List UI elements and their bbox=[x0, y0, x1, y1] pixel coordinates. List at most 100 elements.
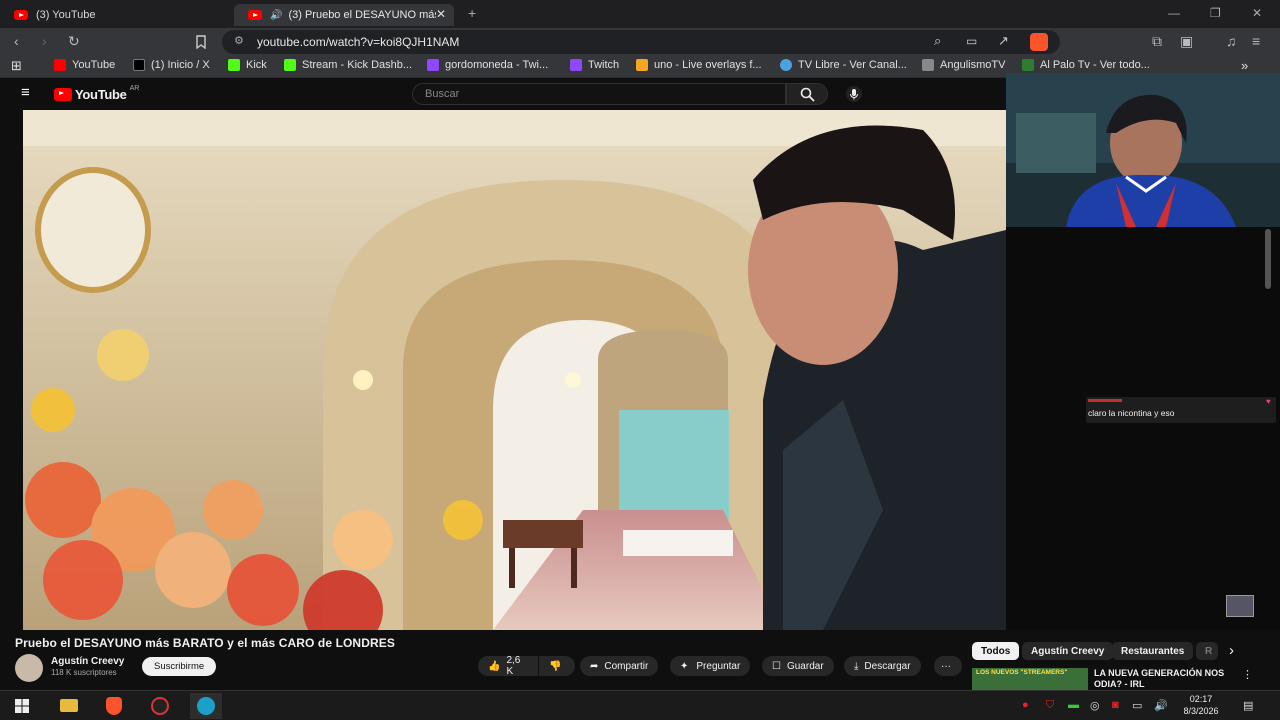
bookmark-overlays[interactable]: uno - Live overlays f... bbox=[636, 59, 762, 71]
obs-icon[interactable] bbox=[151, 697, 169, 715]
battery-icon[interactable]: ▬ bbox=[1068, 699, 1079, 711]
shield-icon[interactable]: ⛉ bbox=[1046, 699, 1054, 712]
tab-video[interactable]: 🔊 (3) Pruebo el DESAYUNO más ✕ bbox=[234, 4, 454, 26]
bookmark-angulismo[interactable]: AngulismoTV bbox=[922, 59, 1005, 71]
brave-shield-icon[interactable] bbox=[1030, 33, 1048, 51]
bookmark-youtube[interactable]: YouTube bbox=[54, 59, 115, 71]
search-input[interactable]: Buscar bbox=[412, 83, 786, 105]
volume-icon[interactable]: 🔊 bbox=[1154, 699, 1168, 712]
thumbs-up-icon: 👍 bbox=[488, 660, 501, 672]
video-player[interactable] bbox=[23, 110, 1006, 630]
media-icon[interactable]: ♫ bbox=[1226, 33, 1237, 49]
search-icon bbox=[800, 87, 815, 102]
close-window-button[interactable]: ✕ bbox=[1252, 6, 1262, 20]
download-button[interactable]: ⤓ Descargar bbox=[844, 656, 921, 676]
extensions-icon[interactable]: ⧉ bbox=[1152, 33, 1162, 50]
clock-date[interactable]: 8/3/2026 bbox=[1176, 706, 1226, 716]
chip-all[interactable]: Todos bbox=[972, 642, 1020, 660]
back-icon[interactable]: ‹ bbox=[14, 33, 19, 49]
microphone-icon[interactable] bbox=[846, 86, 862, 102]
share-arrow-icon: ➦ bbox=[590, 660, 599, 672]
search-button[interactable] bbox=[786, 83, 828, 105]
webcam-frame bbox=[1006, 73, 1280, 227]
file-explorer-icon[interactable] bbox=[60, 699, 78, 712]
new-tab-button[interactable]: + bbox=[468, 5, 476, 21]
chip-channel[interactable]: Agustín Creevy bbox=[1022, 642, 1114, 660]
bookmark-label: Kick bbox=[246, 59, 267, 71]
share-button[interactable]: ➦ Compartir bbox=[580, 656, 659, 676]
site-settings-icon[interactable]: ⚙ bbox=[234, 34, 244, 47]
next-chips-icon[interactable]: › bbox=[1229, 642, 1234, 659]
tab-youtube[interactable]: (3) YouTube bbox=[0, 4, 230, 26]
video-title: Pruebo el DESAYUNO más BARATO y el más C… bbox=[15, 636, 395, 650]
apps-grid-icon[interactable]: ⊞ bbox=[11, 58, 22, 74]
download-icon: ⤓ bbox=[854, 660, 859, 672]
wallet-icon[interactable]: ▣ bbox=[1180, 33, 1193, 50]
more-actions-button[interactable]: ··· bbox=[934, 656, 962, 676]
logo-text: YouTube bbox=[75, 87, 127, 102]
chip-restaurants[interactable]: Restaurantes bbox=[1112, 642, 1194, 660]
menu-icon[interactable]: ≡ bbox=[1252, 33, 1260, 49]
address-bar[interactable]: ⚙ youtube.com/watch?v=koi8QJH1NAM ⌕ ▭ ↗ bbox=[222, 30, 1060, 54]
close-tab-icon[interactable]: ✕ bbox=[436, 7, 446, 21]
scrollbar-thumb[interactable] bbox=[1265, 229, 1271, 289]
recommended-title[interactable]: LA NUEVA GENERACIÓN NOS ODIA? - IRL bbox=[1094, 668, 1240, 690]
recommended-menu-icon[interactable]: ⋮ bbox=[1242, 668, 1253, 681]
webcam-overlay bbox=[1006, 73, 1280, 227]
bookmark-label: Stream - Kick Dashb... bbox=[302, 59, 413, 71]
steam-icon[interactable]: ◎ bbox=[1090, 699, 1100, 712]
channel-name[interactable]: Agustín Creevy bbox=[51, 656, 124, 667]
windows-start-icon[interactable] bbox=[15, 699, 29, 713]
twitch-icon bbox=[570, 59, 582, 71]
clock-time[interactable]: 02:17 bbox=[1180, 694, 1222, 704]
zoom-icon[interactable]: ⌕ bbox=[934, 33, 941, 49]
bookmark-kick-dashboard[interactable]: Stream - Kick Dashb... bbox=[284, 59, 412, 71]
network-icon[interactable]: ▭ bbox=[1132, 699, 1142, 712]
url-text: youtube.com/watch?v=koi8QJH1NAM bbox=[257, 35, 460, 49]
x-icon bbox=[133, 59, 145, 71]
ask-button[interactable]: ✦ Preguntar bbox=[670, 656, 751, 676]
bookmark-icon[interactable] bbox=[195, 35, 207, 49]
bookmark-twitch[interactable]: Twitch bbox=[570, 59, 619, 71]
kick-icon bbox=[284, 59, 296, 71]
chip-partial[interactable]: R bbox=[1196, 642, 1218, 660]
recommended-thumbnail[interactable]: LOS NUEVOS "STREAMERS" bbox=[972, 668, 1088, 690]
sparkle-icon: ✦ bbox=[680, 660, 689, 672]
bookmark-label: (1) Inicio / X bbox=[151, 59, 210, 71]
channel-avatar[interactable] bbox=[15, 654, 43, 682]
youtube-logo[interactable]: YouTube AR bbox=[54, 85, 139, 102]
hamburger-menu-icon[interactable]: ≡ bbox=[21, 84, 30, 101]
minimize-button[interactable]: — bbox=[1168, 6, 1180, 20]
chat-text: claro la nicontina y eso bbox=[1088, 408, 1175, 418]
bookmark-tvlibre[interactable]: TV Libre - Ver Canal... bbox=[780, 59, 907, 71]
thumbs-down-icon: 👎 bbox=[549, 660, 562, 672]
brave-icon[interactable] bbox=[106, 697, 122, 715]
forward-icon[interactable]: › bbox=[42, 33, 47, 49]
maximize-button[interactable]: ❐ bbox=[1210, 6, 1221, 20]
bookmark-label: gordomoneda - Twi... bbox=[445, 59, 549, 71]
save-button[interactable]: ☐ Guardar bbox=[762, 656, 834, 676]
bookmark-kick[interactable]: Kick bbox=[228, 59, 267, 71]
bookmark-x[interactable]: (1) Inicio / X bbox=[133, 59, 210, 71]
like-button[interactable]: 👍 2,6 K bbox=[478, 655, 538, 677]
bookmark-alpalo[interactable]: Al Palo Tv - Ver todo... bbox=[1022, 59, 1150, 71]
angulismo-icon bbox=[922, 59, 934, 71]
overlay-icon bbox=[636, 59, 648, 71]
share-label: Compartir bbox=[604, 660, 649, 672]
subscribe-button[interactable]: Suscribirme bbox=[142, 657, 217, 676]
edge-icon[interactable] bbox=[197, 697, 215, 715]
app-tray-icon[interactable]: ◙ bbox=[1112, 699, 1119, 711]
alpalo-icon bbox=[1022, 59, 1034, 71]
windows-taskbar: ● ⛉ ▬ ◎ ◙ ▭ 🔊 02:17 8/3/2026 ▤ bbox=[0, 690, 1280, 720]
notifications-icon[interactable]: ▤ bbox=[1243, 699, 1253, 712]
bookmark-twitch-dashboard[interactable]: gordomoneda - Twi... bbox=[427, 59, 548, 71]
share-icon[interactable]: ↗ bbox=[998, 33, 1009, 49]
overlay-background bbox=[1006, 227, 1280, 629]
record-icon[interactable]: ● bbox=[1022, 699, 1029, 711]
more-bookmarks-icon[interactable]: » bbox=[1241, 58, 1248, 73]
bookmark-label: AngulismoTV bbox=[940, 59, 1006, 71]
reload-icon[interactable]: ↻ bbox=[68, 33, 80, 50]
cast-icon[interactable]: ▭ bbox=[966, 34, 977, 48]
tab-title: (3) YouTube bbox=[36, 9, 96, 21]
dislike-button[interactable]: 👎 bbox=[539, 656, 575, 676]
